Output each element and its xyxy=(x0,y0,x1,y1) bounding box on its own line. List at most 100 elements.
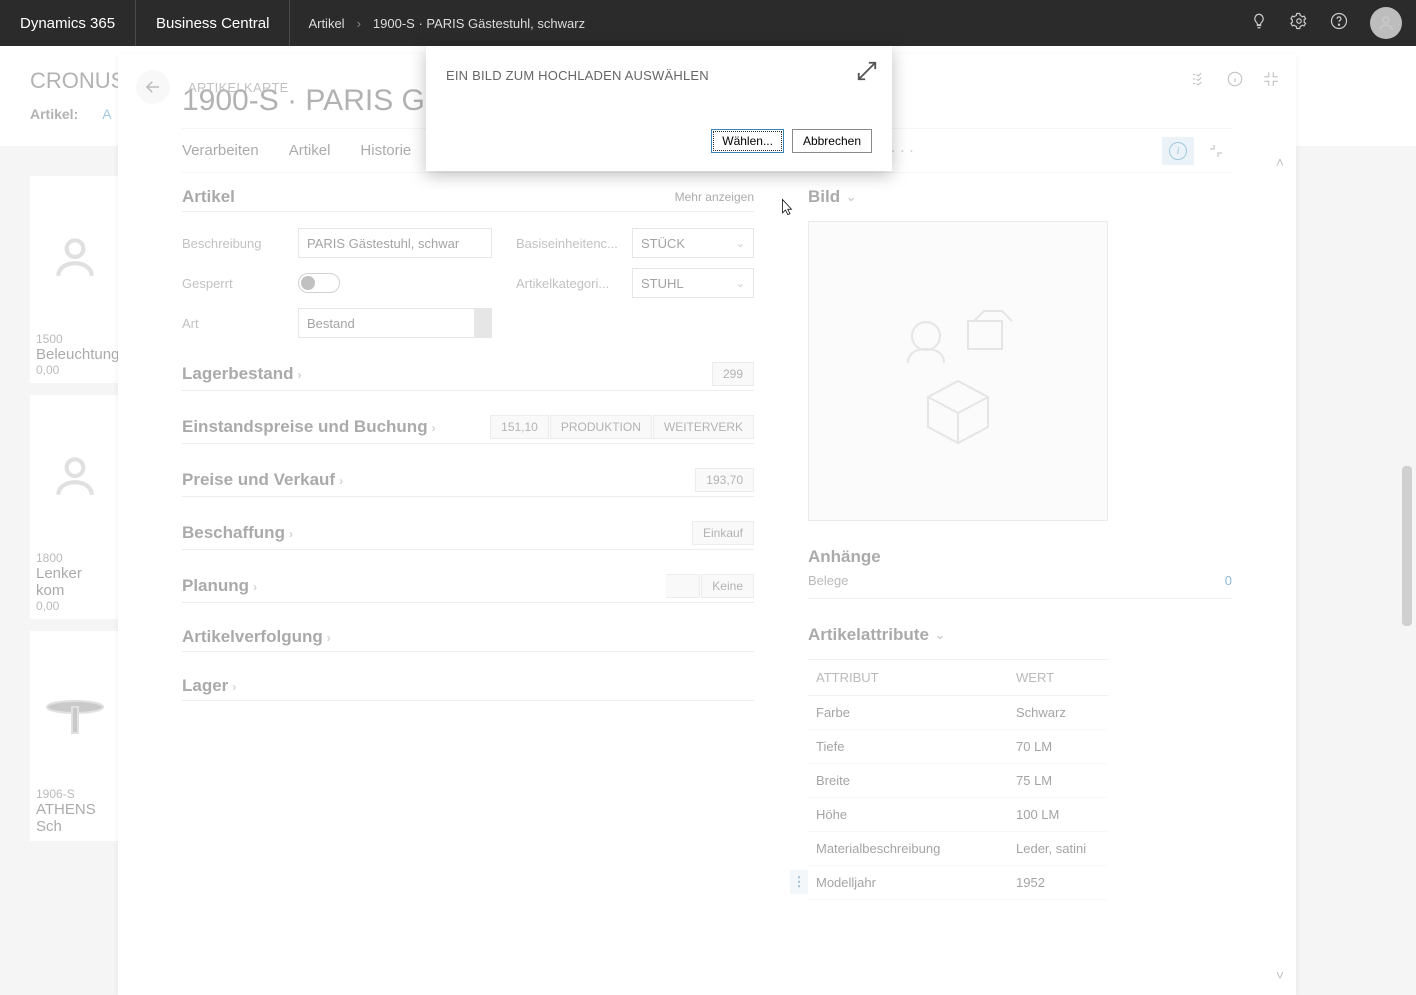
col-attribut[interactable]: ATTRIBUT xyxy=(808,660,1008,695)
chevron-right-icon: › xyxy=(289,527,293,541)
badge-einst-1: 151,10 xyxy=(490,415,549,439)
cancel-button[interactable]: Abbrechen xyxy=(792,129,872,153)
section-verfolgung[interactable]: Artikelverfolgung xyxy=(182,627,323,646)
select-basiseinheit[interactable]: STÜCK ⌄ xyxy=(632,228,754,258)
select-value: STUHL xyxy=(641,276,684,291)
topbar-icons xyxy=(1250,0,1416,46)
minimize-icon[interactable] xyxy=(1200,137,1232,165)
badge-planung-blank xyxy=(666,574,700,598)
attr-value: 100 LM xyxy=(1008,798,1108,831)
row-menu-icon[interactable]: ⋮ xyxy=(790,870,808,894)
table-row[interactable]: Höhe100 LM xyxy=(808,798,1108,832)
avatar[interactable] xyxy=(1370,7,1402,39)
gear-icon[interactable] xyxy=(1290,12,1308,35)
section-preise[interactable]: Preise und Verkauf xyxy=(182,470,335,489)
badge-einst-3: WEITERVERK xyxy=(653,415,754,439)
table-row[interactable]: ⋮Modelljahr1952 xyxy=(808,866,1108,900)
scrollbar[interactable] xyxy=(1402,466,1412,626)
upload-image-dialog: EIN BILD ZUM HOCHLADEN AUSWÄHLEN Wählen.… xyxy=(426,46,892,171)
image-placeholder[interactable] xyxy=(808,221,1108,521)
section-beschaffung[interactable]: Beschaffung xyxy=(182,523,285,542)
table-row[interactable]: MaterialbeschreibungLeder, satini xyxy=(808,832,1108,866)
attr-value: 75 LM xyxy=(1008,764,1108,797)
tile-name: ATHENS Sch xyxy=(36,801,114,835)
chevron-right-icon: › xyxy=(327,631,331,645)
tile-code: 1500 xyxy=(36,332,114,346)
collapse-icon[interactable] xyxy=(1262,70,1280,93)
list-item[interactable]: 1800 Lenker kom 0,00 xyxy=(30,395,120,619)
chevron-right-icon: › xyxy=(357,16,361,31)
checklist-icon[interactable] xyxy=(1190,70,1208,93)
section-bild[interactable]: Bild xyxy=(808,187,840,207)
chevron-up-icon[interactable]: ˄ xyxy=(1276,154,1284,170)
section-lager2[interactable]: Lager xyxy=(182,676,228,695)
attribute-table: ATTRIBUTWERT FarbeSchwarz Tiefe70 LM Bre… xyxy=(808,659,1108,900)
expand-icon[interactable] xyxy=(856,60,878,87)
breadcrumb-2[interactable]: 1900-S · PARIS Gästestuhl, schwarz xyxy=(373,16,585,31)
section-anhaenge[interactable]: Anhänge xyxy=(808,547,1232,567)
choose-button[interactable]: Wählen... xyxy=(711,129,784,153)
section-artikelattribute[interactable]: Artikelattribute xyxy=(808,625,929,645)
attr-value: 1952 xyxy=(1008,866,1108,899)
attr-name: Materialbeschreibung xyxy=(808,832,1008,865)
badge-planung: Keine xyxy=(701,574,754,598)
tile-code: 1800 xyxy=(36,551,114,565)
chevron-down-icon[interactable]: ˅ xyxy=(1276,967,1284,983)
chevron-right-icon: › xyxy=(253,580,257,594)
help-icon[interactable] xyxy=(1330,12,1348,35)
table-row[interactable]: FarbeSchwarz xyxy=(808,696,1108,730)
tile-name: Lenker kom xyxy=(36,565,114,599)
brand-dynamics[interactable]: Dynamics 365 xyxy=(0,0,136,46)
item-card-panel: ARTIKELKARTE ˄ ˅ 1900-S · PARIS G Verarb… xyxy=(118,54,1296,995)
section-lagerbestand[interactable]: Lagerbestand xyxy=(182,364,293,383)
show-more-link[interactable]: Mehr anzeigen xyxy=(675,190,754,204)
workspace: CRONUS A Artikel: A 1500 Beleuchtung 0,0… xyxy=(0,46,1416,995)
label-belege: Belege xyxy=(808,573,848,588)
dialog-title: EIN BILD ZUM HOCHLADEN AUSWÄHLEN xyxy=(446,68,872,83)
chevron-down-icon: ⌄ xyxy=(736,277,745,290)
table-row[interactable]: Breite75 LM xyxy=(808,764,1108,798)
filter-value[interactable]: A xyxy=(102,106,111,122)
select-artikelkategorie[interactable]: STUHL ⌄ xyxy=(632,268,754,298)
select-art[interactable]: Bestand xyxy=(298,308,492,338)
breadcrumb-1[interactable]: Artikel xyxy=(308,16,344,31)
label-beschreibung: Beschreibung xyxy=(182,236,290,251)
filter-label: Artikel: xyxy=(30,106,78,122)
col-wert[interactable]: WERT xyxy=(1008,660,1108,695)
attr-name: Breite xyxy=(808,764,1008,797)
tile-name: Beleuchtung xyxy=(36,346,114,363)
label-art: Art xyxy=(182,316,290,331)
attr-name: Höhe xyxy=(808,798,1008,831)
section-planung[interactable]: Planung xyxy=(182,576,249,595)
chevron-right-icon: › xyxy=(432,421,436,435)
label-artikelkategorie: Artikelkategori... xyxy=(516,276,624,291)
belege-count[interactable]: 0 xyxy=(1225,573,1232,588)
badge-lagerbestand: 299 xyxy=(712,362,754,386)
table-row[interactable]: Tiefe70 LM xyxy=(808,730,1108,764)
tab-artikel[interactable]: Artikel xyxy=(289,142,331,159)
badge-beschaffung: Einkauf xyxy=(692,521,754,545)
lightbulb-icon[interactable] xyxy=(1250,12,1268,35)
attr-name: Farbe xyxy=(808,696,1008,729)
section-artikel[interactable]: Artikel xyxy=(182,187,235,207)
section-einstandspreise[interactable]: Einstandspreise und Buchung xyxy=(182,417,428,436)
list-item[interactable]: 1500 Beleuchtung 0,00 xyxy=(30,176,120,383)
factbox-toggle-icon[interactable]: i xyxy=(1162,137,1194,165)
select-value: STÜCK xyxy=(641,236,685,251)
back-button[interactable] xyxy=(136,70,170,104)
more-actions-icon[interactable]: · · · xyxy=(891,142,914,159)
attr-name: Modelljahr xyxy=(816,875,876,890)
toggle-gesperrt[interactable] xyxy=(298,273,340,293)
tile-price: 0,00 xyxy=(36,599,114,613)
input-beschreibung[interactable] xyxy=(298,228,492,258)
info-icon[interactable] xyxy=(1226,70,1244,93)
tab-historie[interactable]: Historie xyxy=(360,142,411,159)
tile-code: 1906-S xyxy=(36,787,114,801)
card-subhead: ARTIKELKARTE xyxy=(188,80,289,95)
attr-value: Leder, satini xyxy=(1008,832,1108,865)
tab-verarbeiten[interactable]: Verarbeiten xyxy=(182,142,259,159)
chevron-down-icon: ⌄ xyxy=(736,237,745,250)
brand-module[interactable]: Business Central xyxy=(136,0,290,46)
list-item[interactable]: 1906-S ATHENS Sch xyxy=(30,631,120,841)
top-nav: Dynamics 365 Business Central Artikel › … xyxy=(0,0,1416,46)
